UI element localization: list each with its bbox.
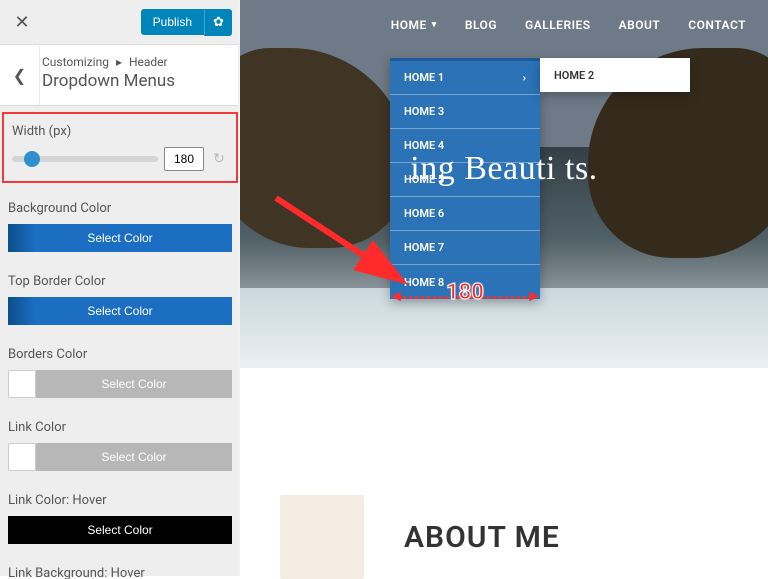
breadcrumb-root: Customizing [42, 55, 109, 69]
hero-area: HOME ▾ BLOG GALLERIES ABOUT CONTACT HOME… [240, 0, 768, 368]
dropdown-item[interactable]: HOME 1 › [390, 61, 540, 95]
gear-icon[interactable]: ✿ [204, 9, 232, 36]
dropdown-item[interactable]: HOME 6 [390, 197, 540, 231]
linkhover-label: Link Color: Hover [8, 493, 232, 508]
sidebar-header: ✕ Publish ✿ [0, 0, 240, 45]
width-slider-row: ↻ [12, 147, 228, 171]
topborder-select-color-button[interactable]: Select Color [8, 297, 232, 325]
close-icon[interactable]: ✕ [8, 8, 36, 36]
site-preview: HOME ▾ BLOG GALLERIES ABOUT CONTACT HOME… [240, 0, 768, 576]
width-control-highlighted: Width (px) ↻ [2, 112, 238, 183]
borders-select-color-button[interactable]: Select Color [36, 370, 232, 398]
hero-bg-shape [240, 48, 410, 248]
top-border-color-section: Top Border Color Select Color [0, 264, 240, 337]
dropdown-submenu: HOME 2 [540, 58, 690, 92]
nav-contact[interactable]: CONTACT [688, 18, 746, 32]
topborder-label: Top Border Color [8, 274, 232, 289]
chevron-down-icon: ▾ [432, 20, 437, 30]
borders-row: Select Color [8, 370, 232, 398]
nav-about[interactable]: ABOUT [619, 18, 661, 32]
link-label: Link Color [8, 420, 232, 435]
submenu-item[interactable]: HOME 2 [540, 58, 690, 92]
bg-color-row: Select Color [8, 224, 232, 252]
breadcrumb-parent: Header [129, 55, 168, 69]
breadcrumb: ❮ Customizing ▸ Header Dropdown Menus [0, 45, 240, 106]
controls-panel: Width (px) ↻ Background Color Select Col… [0, 106, 240, 579]
nav-galleries[interactable]: GALLERIES [525, 18, 591, 32]
linkhover-select-color-button[interactable]: Select Color [8, 516, 232, 544]
width-slider[interactable] [12, 156, 158, 162]
link-color-section: Link Color Select Color [0, 410, 240, 483]
bghover-label: Link Background: Hover [8, 566, 232, 579]
page-title: Dropdown Menus [42, 71, 226, 91]
linkhover-row: Select Color [8, 516, 232, 544]
background-color-section: Background Color Select Color [0, 191, 240, 264]
dropdown-item-label: HOME 1 [404, 71, 444, 84]
link-swatch[interactable] [8, 443, 36, 471]
width-annotation: ◄ ► 180 [390, 284, 540, 308]
breadcrumb-sep-icon: ▸ [116, 55, 122, 69]
link-row: Select Color [8, 443, 232, 471]
bg-select-color-button[interactable]: Select Color [8, 224, 232, 252]
width-input[interactable] [164, 147, 204, 171]
about-heading: ABOUT ME [404, 520, 560, 555]
borders-label: Borders Color [8, 347, 232, 362]
annotation-value: 180 [390, 280, 540, 305]
nav-home[interactable]: HOME ▾ [391, 18, 437, 32]
link-select-color-button[interactable]: Select Color [36, 443, 232, 471]
width-label: Width (px) [12, 124, 228, 139]
bg-color-label: Background Color [8, 201, 232, 216]
back-button[interactable]: ❮ [0, 45, 40, 105]
reset-icon[interactable]: ↻ [210, 151, 228, 167]
borders-color-section: Borders Color Select Color [0, 337, 240, 410]
about-section: ABOUT ME [240, 495, 768, 579]
main-nav: HOME ▾ BLOG GALLERIES ABOUT CONTACT [391, 18, 746, 32]
publish-button[interactable]: Publish [141, 9, 204, 35]
breadcrumb-path: Customizing ▸ Header [42, 55, 226, 69]
borders-swatch[interactable] [8, 370, 36, 398]
publish-group: Publish ✿ [141, 9, 232, 36]
hero-headline: ing Beauti ts. [240, 150, 768, 188]
chevron-right-icon: › [523, 71, 526, 84]
avatar [280, 495, 364, 579]
slider-thumb[interactable] [24, 151, 40, 167]
customizer-sidebar: ✕ Publish ✿ ❮ Customizing ▸ Header Dropd… [0, 0, 240, 576]
dropdown-item[interactable]: HOME 3 [390, 95, 540, 129]
nav-blog[interactable]: BLOG [465, 18, 497, 32]
dropdown-item[interactable]: HOME 7 [390, 231, 540, 265]
link-hover-color-section: Link Color: Hover Select Color [0, 483, 240, 556]
nav-home-label: HOME [391, 18, 427, 32]
topborder-row: Select Color [8, 297, 232, 325]
